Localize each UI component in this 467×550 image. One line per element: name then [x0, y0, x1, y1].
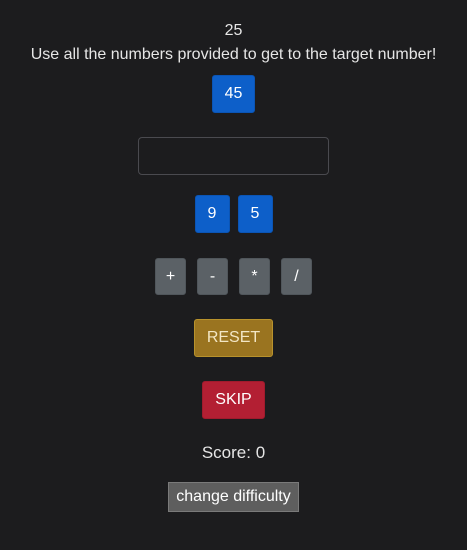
skip-row: SKIP — [0, 381, 467, 419]
number-button-5[interactable]: 5 — [237, 195, 273, 233]
operators-row: + - * / — [0, 258, 467, 295]
change-difficulty-button[interactable]: change difficulty — [168, 482, 299, 512]
timer-row: 25 — [0, 20, 467, 42]
reset-button[interactable]: RESET — [194, 319, 273, 357]
skip-button[interactable]: SKIP — [202, 381, 265, 419]
instructions-row: Use all the numbers provided to get to t… — [0, 44, 467, 66]
reset-row: RESET — [0, 319, 467, 357]
expression-input[interactable] — [138, 137, 329, 175]
multiply-operator-button[interactable]: * — [239, 258, 270, 295]
numbers-row: 9 5 — [0, 195, 467, 233]
add-operator-button[interactable]: + — [155, 258, 186, 295]
target-row: 45 — [0, 75, 467, 113]
number-button-9[interactable]: 9 — [194, 195, 230, 233]
target-number-button[interactable]: 45 — [212, 75, 255, 113]
subtract-operator-button[interactable]: - — [197, 258, 228, 295]
instructions-text: Use all the numbers provided to get to t… — [30, 46, 437, 63]
difficulty-row: change difficulty — [0, 482, 467, 512]
timer-text: 25 — [224, 22, 243, 39]
score-row: Score: 0 — [0, 442, 467, 464]
score-text: Score: 0 — [201, 443, 266, 462]
divide-operator-button[interactable]: / — [281, 258, 312, 295]
expression-input-row — [0, 137, 467, 175]
